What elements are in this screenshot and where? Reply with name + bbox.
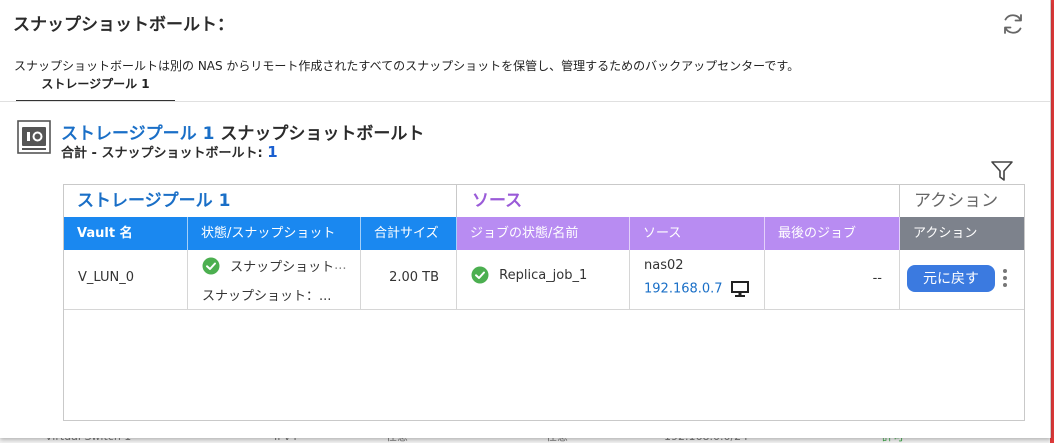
pool-heading: ストレージプール 1 スナップショットボールト: [61, 119, 424, 144]
monitor-icon[interactable]: [730, 281, 749, 297]
total-size: 2.00 TB: [389, 270, 439, 285]
pool-name-link[interactable]: ストレージプール 1: [61, 124, 214, 144]
vault-table: ストレージプール 1 ソース アクション Vault 名 状態/スナップショット…: [63, 184, 1025, 421]
storage-pool-icon: [17, 120, 51, 154]
group-header-action: アクション: [914, 191, 999, 211]
vault-total: 合計 - スナップショットボールト: 1: [61, 142, 278, 161]
column-header-total-size[interactable]: 合計サイズ: [361, 217, 457, 250]
table-row-cell-action: 元に戻す: [900, 250, 1024, 310]
last-job: --: [872, 271, 882, 286]
snapshot-text: スナップショット：...: [202, 289, 332, 304]
vault-name: V_LUN_0: [78, 270, 134, 285]
source-name: nas02: [644, 258, 684, 273]
restore-button[interactable]: 元に戻す: [907, 265, 995, 292]
dialog-description: スナップショットボールトは別の NAS からリモート作成されたすべてのスナップシ…: [14, 59, 800, 73]
column-header-source[interactable]: ソース: [630, 217, 765, 250]
vault-total-label: 合計 - スナップショットボールト:: [61, 146, 263, 161]
column-header-status[interactable]: 状態/スナップショット: [188, 217, 361, 250]
group-header-source: ソース: [457, 185, 900, 217]
table-row-cell-status[interactable]: スナップショット... スナップショット：...: [188, 250, 361, 310]
status-line: スナップショット...: [202, 256, 347, 275]
table-row-cell-last-job[interactable]: --: [765, 250, 900, 310]
vault-total-count: 1: [267, 143, 278, 161]
column-header-job-status[interactable]: ジョブの状態/名前: [457, 217, 630, 250]
check-circle-icon: [202, 257, 220, 274]
column-header-last-job[interactable]: 最後のジョブ: [765, 217, 900, 250]
table-row-cell-vault-name[interactable]: V_LUN_0: [64, 250, 188, 310]
check-circle-icon: [471, 266, 489, 284]
table-row-cell-job[interactable]: Replica_job_1: [457, 250, 630, 310]
dialog-title: スナップショットボールト：: [13, 15, 234, 35]
pool-title-suffix: スナップショットボールト: [220, 124, 425, 144]
filter-icon[interactable]: [990, 160, 1014, 182]
tab-storage-pool-1[interactable]: ストレージプール 1: [16, 76, 175, 102]
group-header-storage-pool: ストレージプール 1: [64, 185, 457, 217]
snapshot-vault-dialog: スナップショットボールト： スナップショットボールトは別の NAS からリモート…: [0, 0, 1051, 438]
status-text: スナップショット: [230, 260, 335, 275]
job-line: Replica_job_1: [471, 266, 587, 284]
refresh-icon[interactable]: [1000, 11, 1026, 37]
more-vertical-icon[interactable]: [1001, 267, 1009, 289]
job-name: Replica_job_1: [499, 267, 588, 283]
column-header-action: アクション: [900, 217, 1024, 250]
table-row-cell-source[interactable]: nas02 192.168.0.7: [630, 250, 765, 310]
source-address: 192.168.0.7: [644, 281, 749, 297]
source-ip-link[interactable]: 192.168.0.7: [644, 282, 723, 297]
tab-divider: [0, 101, 1050, 102]
table-row-cell-total-size[interactable]: 2.00 TB: [361, 250, 457, 310]
column-header-vault-name[interactable]: Vault 名: [64, 217, 188, 250]
